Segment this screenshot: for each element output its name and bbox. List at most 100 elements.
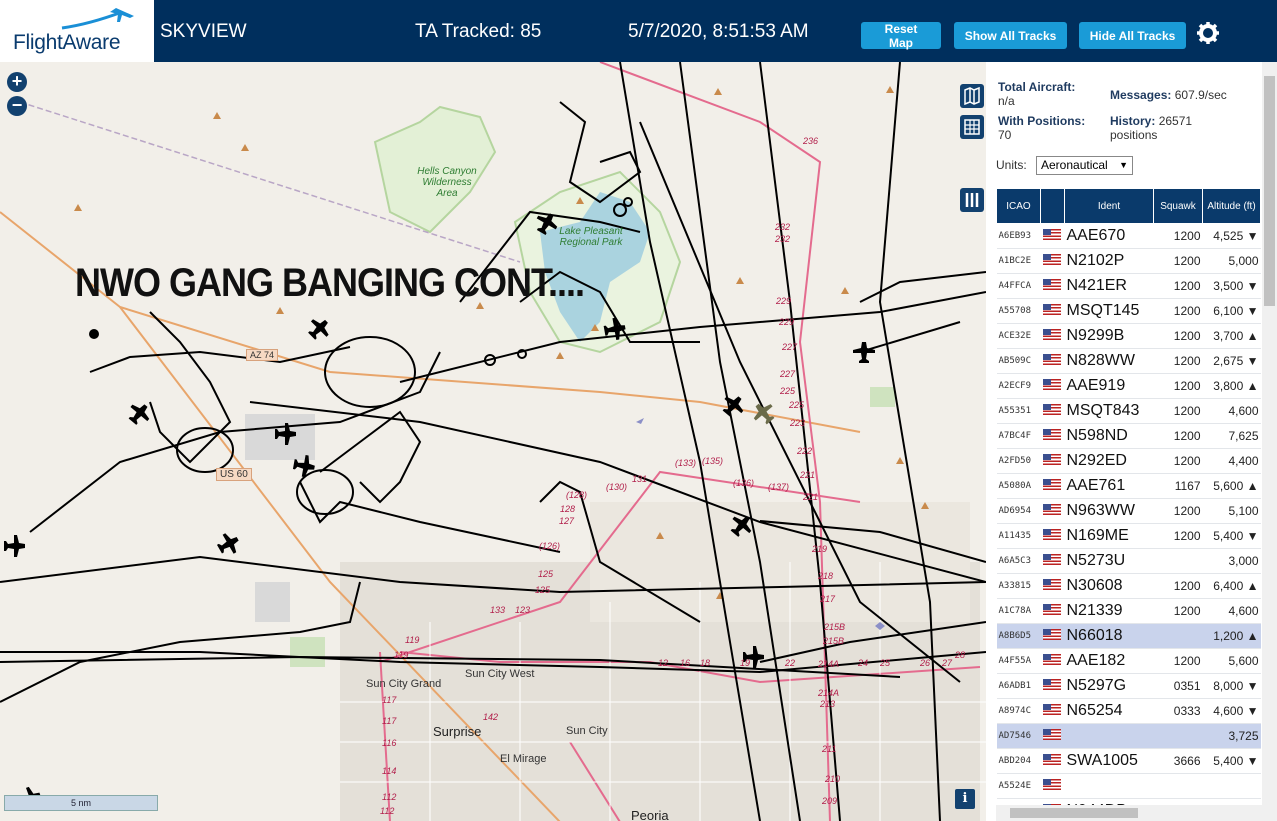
with-positions-label: With Positions: [998,114,1086,128]
table-row[interactable]: A2FD50 N292ED 1200 4,400 [996,448,1261,474]
ident-cell: AAE919 [1064,373,1154,399]
scrollbar-thumb[interactable] [1010,808,1138,818]
table-row[interactable]: A1BC2E N2102P 1200 5,000 [996,248,1261,274]
map-view[interactable]: 236 232 232 229 229 227 227 225 225 223 222 221 … [0,62,986,821]
airplane-logo-icon [61,8,134,30]
svg-text:19: 19 [740,658,750,668]
column-header-flag[interactable] [1040,188,1065,224]
table-row[interactable]: A55708 MSQT145 1200 6,100 ▼ [996,298,1261,324]
ident-cell: N598ND [1064,423,1154,449]
table-row[interactable]: A33815 N30608 1200 6,400 ▲ [996,573,1261,599]
svg-text:112: 112 [382,792,396,802]
us-flag-icon [1040,473,1065,499]
map-label-peoria: Peoria [631,808,669,821]
altitude-cell: 7,625 [1202,423,1261,449]
info-icon[interactable]: i [955,789,975,809]
column-header-squawk[interactable]: Squawk [1153,188,1203,224]
icao-cell: A6ADB1 [996,673,1041,699]
table-row[interactable]: A2ECF9 AAE919 1200 3,800 ▲ [996,373,1261,399]
svg-text:12: 12 [658,658,668,668]
squawk-cell: 1200 [1153,273,1203,299]
icao-cell: A7BC4F [996,423,1041,449]
table-row[interactable]: A8974C N65254 0333 4,600 ▼ [996,698,1261,724]
units-select[interactable]: Aeronautical ▼ [1036,156,1133,175]
map-label-hells-canyon: Hells Canyon Wilderness Area [417,166,477,199]
squawk-cell [1153,623,1203,649]
vertical-scrollbar[interactable] [1262,62,1277,821]
altitude-cell: 5,400 ▼ [1202,748,1261,774]
columns-toggle-icon[interactable] [960,188,984,212]
svg-text:213: 213 [819,699,835,709]
us-flag-icon [1040,248,1065,274]
table-row[interactable]: ACE32E N9299B 1200 3,700 ▲ [996,323,1261,349]
flightaware-logo[interactable]: FlightAware [0,0,154,62]
ident-cell [1064,773,1154,799]
logo-text: FlightAware [13,31,121,54]
svg-text:127: 127 [559,516,575,526]
us-flag-icon [1040,498,1065,524]
table-row[interactable]: AD7546 3,725 [996,723,1261,749]
scrollbar-thumb[interactable] [1264,76,1275,306]
table-row[interactable]: A7BC4F N598ND 1200 7,625 [996,423,1261,449]
us-flag-icon [1040,223,1065,249]
us-flag-icon [1040,748,1065,774]
hide-all-tracks-button[interactable]: Hide All Tracks [1079,22,1186,49]
squawk-cell: 1200 [1153,398,1203,424]
squawk-cell: 1167 [1153,473,1203,499]
us-flag-icon [1040,323,1065,349]
table-row[interactable]: A6EB93 AAE670 1200 4,525 ▼ [996,223,1261,249]
show-all-tracks-button[interactable]: Show All Tracks [954,22,1067,49]
us-flag-icon [1040,698,1065,724]
svg-text:225: 225 [788,400,805,410]
table-row[interactable]: A5080A AAE761 1167 5,600 ▲ [996,473,1261,499]
table-row[interactable]: A55351 MSQT843 1200 4,600 [996,398,1261,424]
messages-stat: Messages: 607.9/sec [1110,88,1227,102]
table-row[interactable]: AD6954 N963WW 1200 5,100 [996,498,1261,524]
with-positions-value: 70 [998,128,1012,142]
table-row[interactable]: ABD204 SWA1005 3666 5,400 ▼ [996,748,1261,774]
clock: 5/7/2020, 8:51:53 AM [628,21,809,42]
altitude-cell: 4,400 [1202,448,1261,474]
map-layers-icon[interactable] [960,84,984,108]
reset-map-button[interactable]: Reset Map [861,22,941,50]
app-title: SKYVIEW [160,21,247,42]
ident-cell: N65254 [1064,698,1154,724]
table-row[interactable]: A8B6D5 N66018 1,200 ▲ [996,623,1261,649]
table-row[interactable]: A6A5C3 N5273U 3,000 [996,548,1261,574]
aircraft-table-wrap[interactable]: ICAO Ident Squawk Altitude (ft) A6EB93 AA… [996,188,1261,808]
table-row[interactable]: A4FFCA N421ER 1200 3,500 ▼ [996,273,1261,299]
svg-text:218: 218 [817,571,833,581]
table-row[interactable]: A1C78A N21339 1200 4,600 [996,598,1261,624]
table-row[interactable]: A11435 N169ME 1200 5,400 ▼ [996,523,1261,549]
table-row[interactable]: A6ADB1 N5297G 0351 8,000 ▼ [996,673,1261,699]
grid-overlay-icon[interactable] [960,115,984,139]
table-row[interactable]: AB509C N828WW 1200 2,675 ▼ [996,348,1261,374]
squawk-cell: 1200 [1153,248,1203,274]
svg-text:16: 16 [680,658,690,668]
svg-text:222: 222 [796,446,812,456]
svg-text:209: 209 [821,796,837,806]
column-header-altitude[interactable]: Altitude (ft) [1202,188,1261,224]
ident-cell: N66018 [1064,623,1154,649]
squawk-cell: 1200 [1153,448,1203,474]
us-flag-icon [1040,623,1065,649]
highway-shield-az74: AZ 74 [246,349,279,361]
table-row[interactable]: A5524E [996,773,1261,799]
svg-text:18: 18 [700,658,710,668]
svg-text:112: 112 [380,806,394,816]
altitude-cell: 4,600 ▼ [1202,698,1261,724]
squawk-cell [1153,773,1203,799]
horizontal-scrollbar[interactable] [996,805,1262,821]
map-canvas[interactable]: 236232232 229229227 227225225 223222221 … [0,62,986,821]
column-header-ident[interactable]: Ident [1064,188,1154,224]
zoom-out-button[interactable]: − [7,96,27,116]
table-row[interactable]: A4F55A AAE182 1200 5,600 [996,648,1261,674]
altitude-cell [1202,773,1261,799]
svg-text:(126): (126) [539,541,560,551]
column-header-icao[interactable]: ICAO [996,188,1041,224]
gear-icon[interactable] [1196,21,1220,45]
svg-text:219: 219 [811,544,827,554]
zoom-in-button[interactable]: + [7,72,27,92]
icao-cell: AB509C [996,348,1041,374]
svg-text:(135): (135) [702,456,723,466]
